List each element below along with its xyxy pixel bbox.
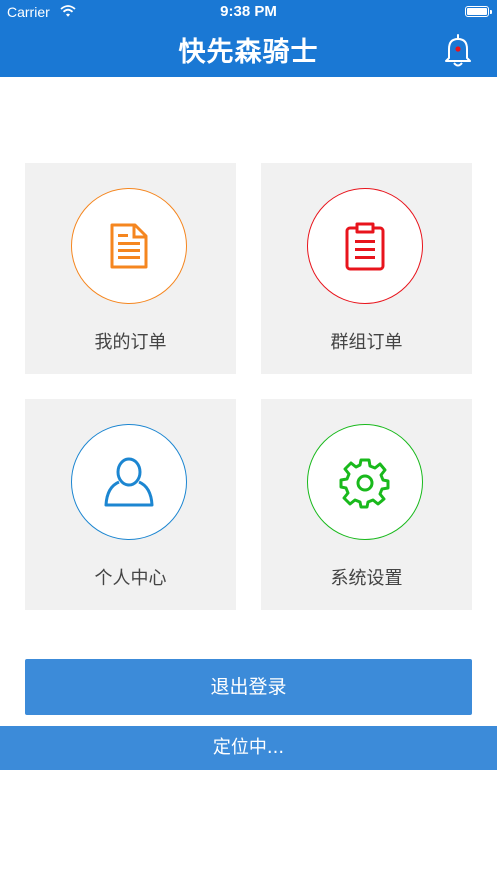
notification-dot <box>455 46 461 52</box>
location-status-bar: 定位中... <box>0 726 497 770</box>
bell-icon[interactable] <box>440 31 476 69</box>
my-orders-icon-circle <box>71 188 187 304</box>
tile-personal-center[interactable]: 个人中心 <box>25 399 236 610</box>
group-orders-icon-circle <box>307 188 423 304</box>
top-bar: Carrier 9:38 PM 快先森骑士 <box>0 0 497 77</box>
tile-label: 群组订单 <box>330 332 403 353</box>
clipboard-icon <box>345 222 385 271</box>
user-icon <box>104 457 154 507</box>
gear-icon <box>339 458 390 509</box>
tile-label: 我的订单 <box>94 332 167 353</box>
tile-label: 系统设置 <box>330 568 403 589</box>
page-title: 快先森骑士 <box>178 37 319 68</box>
tile-system-settings[interactable]: 系统设置 <box>261 399 472 610</box>
document-icon <box>110 223 148 269</box>
system-settings-icon-circle <box>307 424 423 540</box>
personal-center-icon-circle <box>71 424 187 540</box>
logout-button[interactable]: 退出登录 <box>25 659 472 715</box>
clock: 9:38 PM <box>220 3 277 20</box>
tile-my-orders[interactable]: 我的订单 <box>25 163 236 374</box>
battery-icon <box>465 6 492 17</box>
status-bar: Carrier 9:38 PM <box>0 0 497 26</box>
tile-label: 个人中心 <box>94 568 167 589</box>
tile-group-orders[interactable]: 群组订单 <box>261 163 472 374</box>
